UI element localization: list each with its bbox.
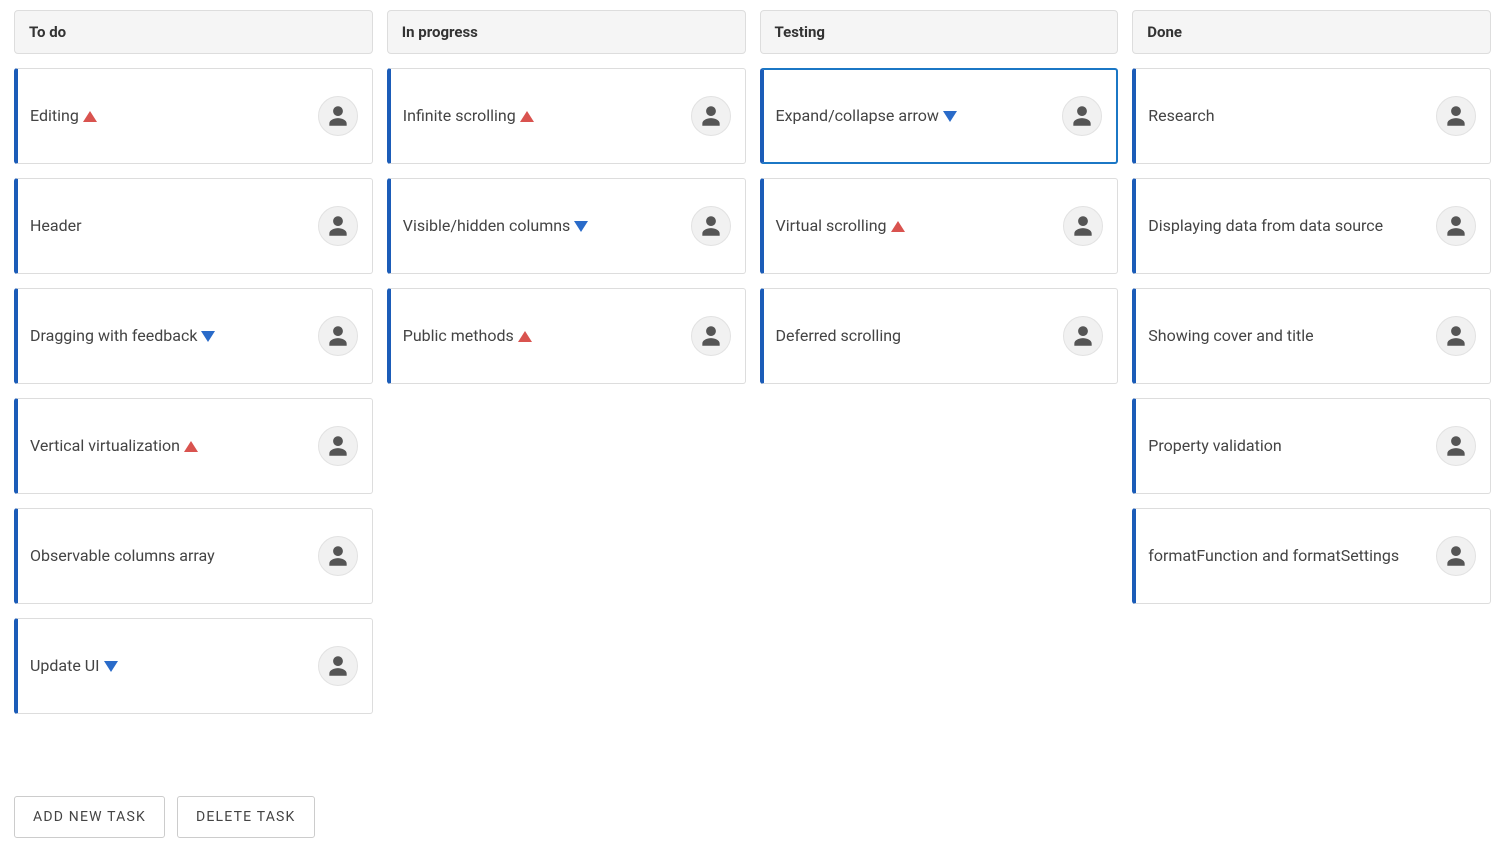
kanban-board: To do Editing Header Dragging with feedback… [14,10,1491,728]
task-card[interactable]: Deferred scrolling [760,288,1119,384]
assignee-avatar [1063,316,1103,356]
priority-high-icon [184,441,198,452]
card-title: Expand/collapse arrow [776,104,939,127]
card-content: Observable columns array [30,544,308,567]
task-card[interactable]: Virtual scrolling [760,178,1119,274]
card-title: Header [30,214,82,237]
assignee-avatar [1436,96,1476,136]
task-card[interactable]: Visible/hidden columns [387,178,746,274]
priority-low-icon [574,221,588,232]
kanban-column: In progress Infinite scrolling Visible/hid… [387,10,746,728]
assignee-avatar [1062,96,1102,136]
card-content: Editing [30,104,308,127]
card-title: Displaying data from data source [1148,214,1383,237]
task-card[interactable]: Vertical virtualization [14,398,373,494]
card-content: Research [1148,104,1426,127]
card-content: Vertical virtualization [30,434,308,457]
add-task-button[interactable]: ADD NEW TASK [14,796,165,838]
card-title: Infinite scrolling [403,104,516,127]
card-content: Deferred scrolling [776,324,1054,347]
card-title: Deferred scrolling [776,324,902,347]
card-content: Visible/hidden columns [403,214,681,237]
assignee-avatar [691,96,731,136]
card-title: Virtual scrolling [776,214,887,237]
card-title: Dragging with feedback [30,324,197,347]
priority-low-icon [104,661,118,672]
card-title: Editing [30,104,79,127]
priority-high-icon [891,221,905,232]
priority-high-icon [518,331,532,342]
kanban-column: Testing Expand/collapse arrow Virtual scro… [760,10,1119,728]
assignee-avatar [318,206,358,246]
column-header: To do [14,10,373,54]
task-card[interactable]: formatFunction and formatSettings [1132,508,1491,604]
card-content: Header [30,214,308,237]
task-card[interactable]: Infinite scrolling [387,68,746,164]
card-content: Dragging with feedback [30,324,308,347]
task-card[interactable]: Displaying data from data source [1132,178,1491,274]
task-card[interactable]: Research [1132,68,1491,164]
task-card[interactable]: Update UI [14,618,373,714]
task-card[interactable]: Property validation [1132,398,1491,494]
assignee-avatar [1436,206,1476,246]
assignee-avatar [1436,426,1476,466]
priority-high-icon [520,111,534,122]
assignee-avatar [1436,536,1476,576]
card-content: Expand/collapse arrow [776,104,1053,127]
kanban-column: To do Editing Header Dragging with feedback… [14,10,373,728]
card-content: Showing cover and title [1148,324,1426,347]
card-content: Displaying data from data source [1148,214,1426,237]
assignee-avatar [318,646,358,686]
card-content: Public methods [403,324,681,347]
card-content: Virtual scrolling [776,214,1054,237]
priority-low-icon [943,111,957,122]
task-card[interactable]: Header [14,178,373,274]
column-header: Testing [760,10,1119,54]
column-header: In progress [387,10,746,54]
assignee-avatar [1436,316,1476,356]
action-bar: ADD NEW TASK DELETE TASK [14,796,315,838]
card-title: Vertical virtualization [30,434,180,457]
task-card[interactable]: Expand/collapse arrow [760,68,1119,164]
card-title: formatFunction and formatSettings [1148,544,1399,567]
task-card[interactable]: Showing cover and title [1132,288,1491,384]
task-card[interactable]: Observable columns array [14,508,373,604]
card-title: Property validation [1148,434,1281,457]
card-title: Visible/hidden columns [403,214,571,237]
card-content: Property validation [1148,434,1426,457]
assignee-avatar [318,426,358,466]
card-content: formatFunction and formatSettings [1148,544,1426,567]
column-header: Done [1132,10,1491,54]
assignee-avatar [1063,206,1103,246]
assignee-avatar [691,206,731,246]
card-title: Research [1148,104,1214,127]
assignee-avatar [318,316,358,356]
task-card[interactable]: Dragging with feedback [14,288,373,384]
assignee-avatar [318,536,358,576]
card-content: Infinite scrolling [403,104,681,127]
card-title: Update UI [30,654,100,677]
delete-task-button[interactable]: DELETE TASK [177,796,315,838]
kanban-column: Done Research Displaying data from data so… [1132,10,1491,728]
priority-high-icon [83,111,97,122]
card-title: Observable columns array [30,544,215,567]
task-card[interactable]: Editing [14,68,373,164]
priority-low-icon [201,331,215,342]
task-card[interactable]: Public methods [387,288,746,384]
card-content: Update UI [30,654,308,677]
card-title: Public methods [403,324,514,347]
card-title: Showing cover and title [1148,324,1313,347]
assignee-avatar [691,316,731,356]
assignee-avatar [318,96,358,136]
